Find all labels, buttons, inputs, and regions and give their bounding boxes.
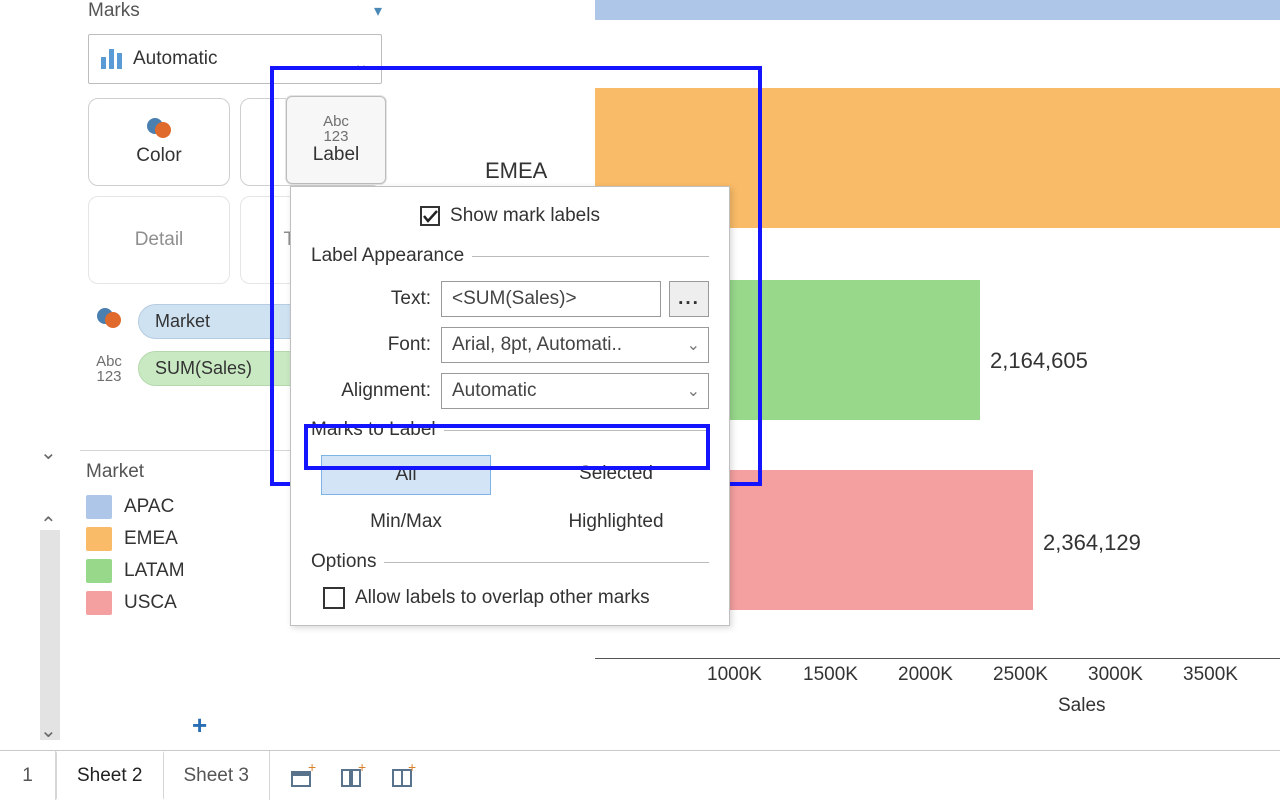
- svg-text:+: +: [408, 764, 416, 775]
- abc123-icon: Abc123: [323, 114, 349, 144]
- bar-label-usca: 2,364,129: [1043, 530, 1141, 556]
- marks-to-label-minmax[interactable]: Min/Max: [321, 503, 491, 541]
- marks-title: Marks: [88, 0, 140, 22]
- section-marks-to-label: Marks to Label: [311, 419, 436, 441]
- color-button[interactable]: Color: [88, 98, 230, 186]
- new-story-icon[interactable]: +: [390, 764, 416, 788]
- x-axis: [595, 658, 1280, 659]
- category-label-emea: EMEA: [485, 158, 547, 184]
- new-dashboard-icon[interactable]: +: [340, 764, 366, 788]
- color-icon: [146, 117, 172, 141]
- marks-to-label-selected[interactable]: Selected: [531, 455, 701, 495]
- tab-sheet-2[interactable]: Sheet 2: [56, 751, 164, 800]
- show-mark-labels-label: Show mark labels: [450, 205, 600, 227]
- marks-to-label-highlighted[interactable]: Highlighted: [531, 503, 701, 541]
- section-label-appearance: Label Appearance: [311, 245, 464, 267]
- x-tick: 1000K: [707, 664, 762, 686]
- detail-button[interactable]: Detail: [88, 196, 230, 284]
- show-mark-labels-checkbox[interactable]: [420, 206, 440, 226]
- tab-number[interactable]: 1: [0, 751, 56, 800]
- text-field-label: Text:: [311, 288, 431, 310]
- x-axis-label: Sales: [1058, 695, 1106, 717]
- svg-text:+: +: [308, 764, 316, 775]
- label-options-popup: Show mark labels Label Appearance Text: …: [290, 186, 730, 626]
- section-options: Options: [311, 551, 376, 573]
- label-text-edit-button[interactable]: ...: [669, 281, 709, 317]
- bar-apac[interactable]: [595, 0, 1280, 20]
- x-tick: 3000K: [1088, 664, 1143, 686]
- scroll-down-chevron[interactable]: ⌄: [40, 718, 57, 743]
- add-sheet-plus-icon[interactable]: +: [192, 710, 207, 741]
- bar-label-latam: 2,164,605: [990, 348, 1088, 374]
- label-alignment-dropdown[interactable]: Automatic⌄: [441, 373, 709, 409]
- alignment-field-label: Alignment:: [311, 380, 431, 402]
- chevron-down-icon: ⌄: [353, 53, 369, 76]
- allow-overlap-label: Allow labels to overlap other marks: [355, 587, 650, 609]
- x-tick: 2000K: [898, 664, 953, 686]
- mark-type-label: Automatic: [133, 48, 217, 70]
- mark-type-dropdown[interactable]: Automatic ⌄: [88, 34, 382, 84]
- marks-card-menu-icon[interactable]: ▾: [374, 1, 382, 21]
- x-tick: 3500K: [1183, 664, 1238, 686]
- tab-sheet-3[interactable]: Sheet 3: [164, 751, 271, 800]
- collapse-chevron-down[interactable]: ⌄: [40, 440, 57, 465]
- color-glyph-icon: [88, 307, 130, 337]
- sheet-tabs: 1 Sheet 2 Sheet 3 + + +: [0, 750, 1280, 800]
- x-tick: 2500K: [993, 664, 1048, 686]
- allow-overlap-checkbox[interactable]: [323, 587, 345, 609]
- chevron-down-icon: ⌄: [687, 335, 700, 355]
- chevron-down-icon: ⌄: [687, 381, 700, 401]
- vertical-splitter[interactable]: [40, 530, 60, 740]
- label-font-dropdown[interactable]: Arial, 8pt, Automati..⌄: [441, 327, 709, 363]
- svg-text:+: +: [358, 764, 366, 775]
- bar-chart-icon: [101, 49, 123, 69]
- abc123-icon: Abc123: [88, 354, 130, 384]
- label-button[interactable]: Abc123 Label: [286, 96, 386, 184]
- new-worksheet-icon[interactable]: +: [290, 764, 316, 788]
- font-field-label: Font:: [311, 334, 431, 356]
- x-tick: 1500K: [803, 664, 858, 686]
- label-text-field[interactable]: <SUM(Sales)>: [441, 281, 661, 317]
- marks-to-label-all[interactable]: All: [321, 455, 491, 495]
